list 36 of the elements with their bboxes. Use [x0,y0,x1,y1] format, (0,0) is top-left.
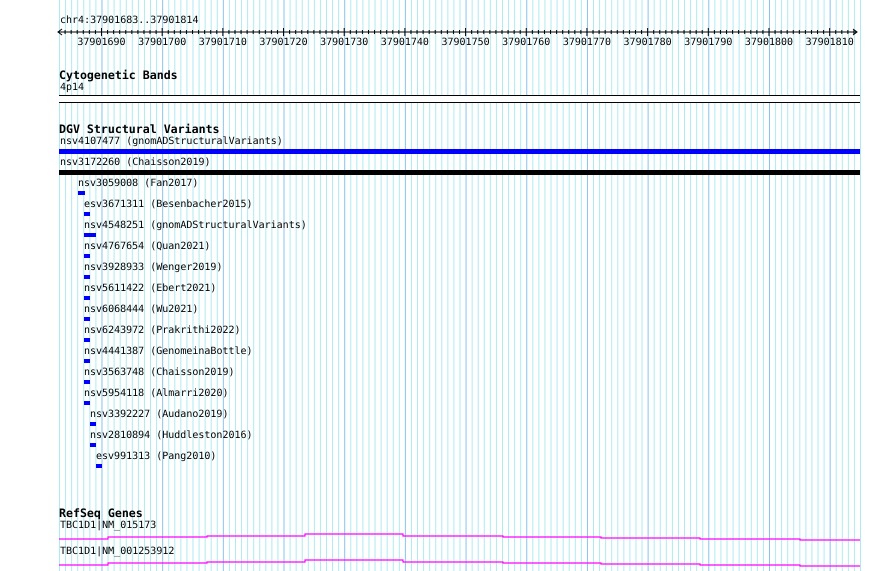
gene-label: TBC1D1|NM_015173 [60,520,156,532]
variant-label: esv3671311 (Besenbacher2015) [84,199,253,211]
tick-label: 37901760 [502,37,550,49]
tick-label: 37901800 [744,37,794,49]
tick-label: 37901720 [259,37,308,49]
variant-label: nsv4548251 (gnomADStructuralVariants) [84,220,307,232]
variant-label: nsv3172260 (Chaisson2019) [60,157,211,169]
tick-label: 37901740 [380,37,429,49]
variant-label: nsv3563748 (Chaisson2019) [84,367,235,379]
variant-label: esv991313 (Pang2010) [96,451,216,463]
variant-label: nsv5611422 (Ebert2021) [84,283,216,295]
track-title: RefSeq Genes [59,507,143,520]
tick-label: 37901780 [624,37,672,49]
gene-label: TBC1D1|NM_001253912 [60,546,174,558]
variant-label: nsv6243972 (Prakrithi2022) [84,325,241,337]
track-title: Cytogenetic Bands [59,69,178,82]
tick-label: 37901790 [684,37,732,49]
tick-label: 37901750 [441,37,490,49]
variant-label: nsv4107477 (gnomADStructuralVariants) [60,136,283,148]
tick-label: 37901770 [562,37,611,49]
tick-label: 37901810 [806,37,854,49]
variant-label: nsv6068444 (Wu2021) [84,304,198,316]
tick-label: 37901710 [198,37,247,49]
tick-label: 37901700 [138,37,186,49]
tick-label: 37901690 [77,37,126,49]
variant-label: nsv4767654 (Quan2021) [84,241,210,253]
variant-label: nsv2810894 (Huddleston2016) [90,430,253,442]
tick-label: 37901730 [320,37,368,49]
track-title: DGV Structural Variants [59,123,220,136]
variant-label: nsv3059008 (Fan2017) [78,178,198,190]
variant-label: nsv3928933 (Wenger2019) [84,262,222,274]
ruler-location: chr4:37901683..37901814 [59,15,198,27]
variant-label: nsv3392227 (Audano2019) [90,409,228,421]
variant-label: nsv5954118 (Almarri2020) [84,388,228,400]
variant-label: nsv4441387 (GenomeinaBottle) [84,346,253,358]
band-label: 4p14 [60,82,84,94]
